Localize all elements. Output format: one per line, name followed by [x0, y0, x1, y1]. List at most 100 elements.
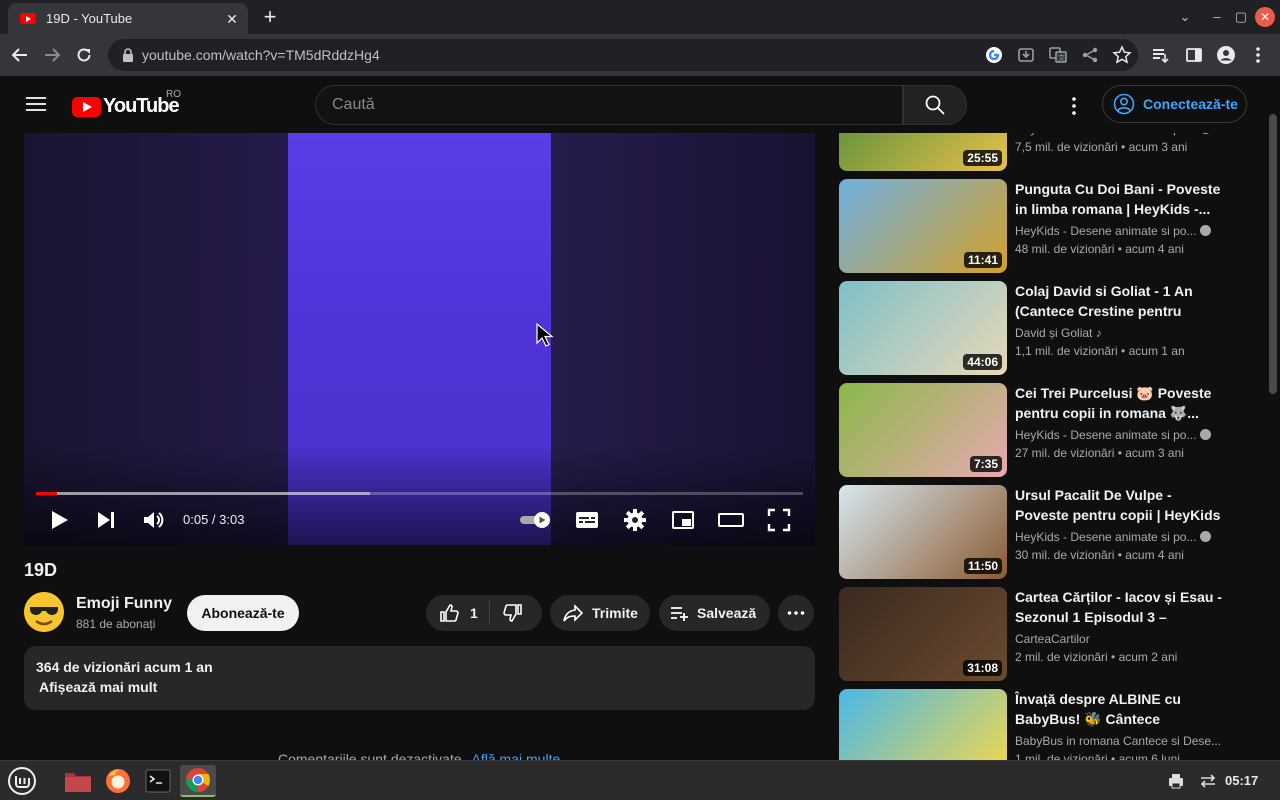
- progress-buffered: [36, 492, 371, 495]
- recommendation-title[interactable]: Ursul Pacalit De Vulpe - Poveste pentru …: [1015, 485, 1225, 525]
- recommendation-views: 2 mil. de vizionări: [1015, 650, 1108, 664]
- recommendation-thumbnail[interactable]: 11:41: [839, 179, 1007, 273]
- terminal-button[interactable]: [140, 765, 176, 797]
- dislike-button[interactable]: [490, 602, 524, 624]
- file-manager-button[interactable]: [60, 765, 96, 797]
- duration-badge: 44:06: [963, 354, 1002, 370]
- recommendation-thumbnail[interactable]: 11:50: [839, 485, 1007, 579]
- linux-mint-logo-icon: [8, 767, 36, 795]
- recommendation-channel[interactable]: David și Goliat ♪: [1015, 326, 1102, 340]
- side-panel-icon[interactable]: [1184, 45, 1204, 65]
- recommendation-item[interactable]: 11:41 Punguta Cu Doi Bani - Poveste in li…: [839, 179, 1239, 275]
- subscribe-button[interactable]: Abonează-te: [187, 595, 299, 631]
- recommendation-thumbnail[interactable]: 44:06: [839, 281, 1007, 375]
- network-tray-icon[interactable]: [1192, 765, 1224, 797]
- like-button[interactable]: 1: [426, 601, 490, 625]
- description-box[interactable]: 364 de vizionări acum 1 an Afișează mai …: [24, 646, 815, 710]
- recommendation-item[interactable]: 44:06 Colaj David si Goliat - 1 An (Cante…: [839, 281, 1239, 377]
- recommendation-item[interactable]: 11:50 Ursul Pacalit De Vulpe - Poveste pe…: [839, 485, 1239, 581]
- recommendation-channel[interactable]: HeyKids - Desene animate si po...: [1015, 224, 1211, 238]
- search-button[interactable]: [903, 85, 967, 125]
- recommendation-channel[interactable]: HeyKids - Desene animate si po...: [1015, 530, 1211, 544]
- recommendation-item[interactable]: 31:08 Cartea Cărților - Iacov și Esau - S…: [839, 587, 1239, 683]
- chrome-menu-icon[interactable]: [1248, 45, 1268, 65]
- recommendation-age: acum 4 ani: [1125, 548, 1184, 562]
- video-player[interactable]: 0:05 / 3:03: [24, 133, 815, 545]
- printer-tray-icon[interactable]: [1160, 765, 1192, 797]
- chrome-taskbar-button[interactable]: [180, 765, 216, 797]
- firefox-button[interactable]: [100, 765, 136, 797]
- recommendation-age: acum 1 an: [1128, 344, 1185, 358]
- recommendation-title[interactable]: Cartea Cărților - Iacov și Esau - Sezonu…: [1015, 587, 1225, 627]
- theater-mode-icon: [718, 513, 744, 527]
- share-arrow-icon: [563, 604, 584, 622]
- minimize-button[interactable]: –: [1206, 6, 1228, 28]
- forward-button[interactable]: [36, 39, 68, 71]
- tab-close-icon[interactable]: ✕: [224, 11, 240, 27]
- account-circle-icon: [1113, 93, 1135, 115]
- install-app-icon[interactable]: [1016, 45, 1036, 65]
- sign-in-button[interactable]: Conectează-te: [1102, 85, 1247, 123]
- recommendation-title[interactable]: Cei Trei Purcelusi 🐷 Poveste pentru copi…: [1015, 383, 1225, 423]
- youtube-logo[interactable]: YouTube: [72, 95, 180, 118]
- svg-text:文: 文: [1058, 53, 1065, 62]
- recommendation-item[interactable]: 7:35 Cei Trei Purcelusi 🐷 Poveste pentru …: [839, 383, 1239, 479]
- recommendation-meta: 27 mil. de vizionări • acum 3 ani: [1015, 446, 1184, 460]
- new-tab-button[interactable]: +: [258, 6, 282, 30]
- google-lens-icon[interactable]: [984, 45, 1004, 65]
- recommendation-channel[interactable]: CarteaCartilor: [1015, 632, 1090, 646]
- recommendation-title[interactable]: Învață despre ALBINE cu BabyBus! 🐝 Cânte…: [1015, 689, 1225, 729]
- tab-search-icon[interactable]: ⌄: [1174, 6, 1196, 28]
- reading-list-icon[interactable]: [1150, 45, 1170, 65]
- browser-toolbar: youtube.com/watch?v=TM5dRddzHg4 文: [0, 34, 1280, 76]
- tab-youtube[interactable]: 19D - YouTube ✕: [8, 3, 248, 34]
- recommendation-thumbnail[interactable]: 31:08: [839, 587, 1007, 681]
- url-text: youtube.com/watch?v=TM5dRddzHg4: [142, 47, 380, 63]
- page-scrollbar[interactable]: [1266, 76, 1280, 760]
- progress-bar[interactable]: [36, 492, 803, 495]
- lock-icon: [123, 48, 133, 62]
- back-button[interactable]: [4, 39, 36, 71]
- recommendation-title[interactable]: Punguta Cu Doi Bani - Poveste in limba r…: [1015, 179, 1225, 219]
- mouse-cursor-icon: [536, 323, 554, 347]
- recommendation-title[interactable]: Colaj David si Goliat - 1 An (Cantece Cr…: [1015, 281, 1225, 321]
- show-more-link[interactable]: Afișează mai mult: [39, 679, 803, 695]
- skip-next-icon: [98, 512, 114, 528]
- translate-icon[interactable]: 文: [1048, 45, 1068, 65]
- next-button[interactable]: [93, 507, 119, 533]
- terminal-icon: [145, 769, 171, 793]
- recommendation-thumbnail[interactable]: 7:35: [839, 383, 1007, 477]
- more-actions-button[interactable]: [778, 595, 814, 631]
- share-icon[interactable]: [1080, 45, 1100, 65]
- hamburger-menu-icon[interactable]: [26, 96, 46, 112]
- maximize-button[interactable]: ▢: [1230, 6, 1252, 28]
- share-button[interactable]: Trimite: [550, 595, 650, 631]
- recommendation-channel[interactable]: BabyBus in romana Cantece si Dese...: [1015, 734, 1221, 748]
- reload-button[interactable]: [68, 39, 100, 71]
- mute-button[interactable]: [140, 507, 166, 533]
- miniplayer-button[interactable]: [670, 507, 696, 533]
- recommendation-channel[interactable]: HeyKids - Desene animate si po...: [1015, 428, 1211, 442]
- recommendation-age: acum 3 ani: [1128, 140, 1188, 154]
- save-button[interactable]: Salvează: [659, 595, 770, 631]
- fullscreen-button[interactable]: [766, 507, 792, 533]
- play-button[interactable]: [46, 507, 72, 533]
- scrollbar-thumb[interactable]: [1269, 114, 1277, 394]
- thumbs-up-icon: [440, 604, 459, 622]
- thumbs-down-icon: [503, 604, 522, 622]
- search-input[interactable]: Caută: [315, 85, 903, 125]
- close-window-button[interactable]: ✕: [1255, 7, 1275, 27]
- settings-button[interactable]: [622, 507, 648, 533]
- settings-menu-icon[interactable]: [1064, 96, 1084, 116]
- bookmark-star-icon[interactable]: [1112, 45, 1132, 65]
- profile-icon[interactable]: [1216, 45, 1236, 65]
- start-menu-button[interactable]: [2, 765, 42, 797]
- recommendation-meta: 1,1 mil. de vizionări • acum 1 an: [1015, 344, 1185, 358]
- reload-icon: [77, 48, 91, 62]
- channel-name[interactable]: Emoji Funny: [76, 595, 172, 613]
- autoplay-toggle[interactable]: [518, 507, 554, 533]
- theater-mode-button[interactable]: [718, 507, 744, 533]
- recommendation-channel-name: BabyBus in romana Cantece si Dese...: [1015, 734, 1222, 748]
- channel-avatar[interactable]: [24, 592, 64, 632]
- subtitles-button[interactable]: [574, 507, 600, 533]
